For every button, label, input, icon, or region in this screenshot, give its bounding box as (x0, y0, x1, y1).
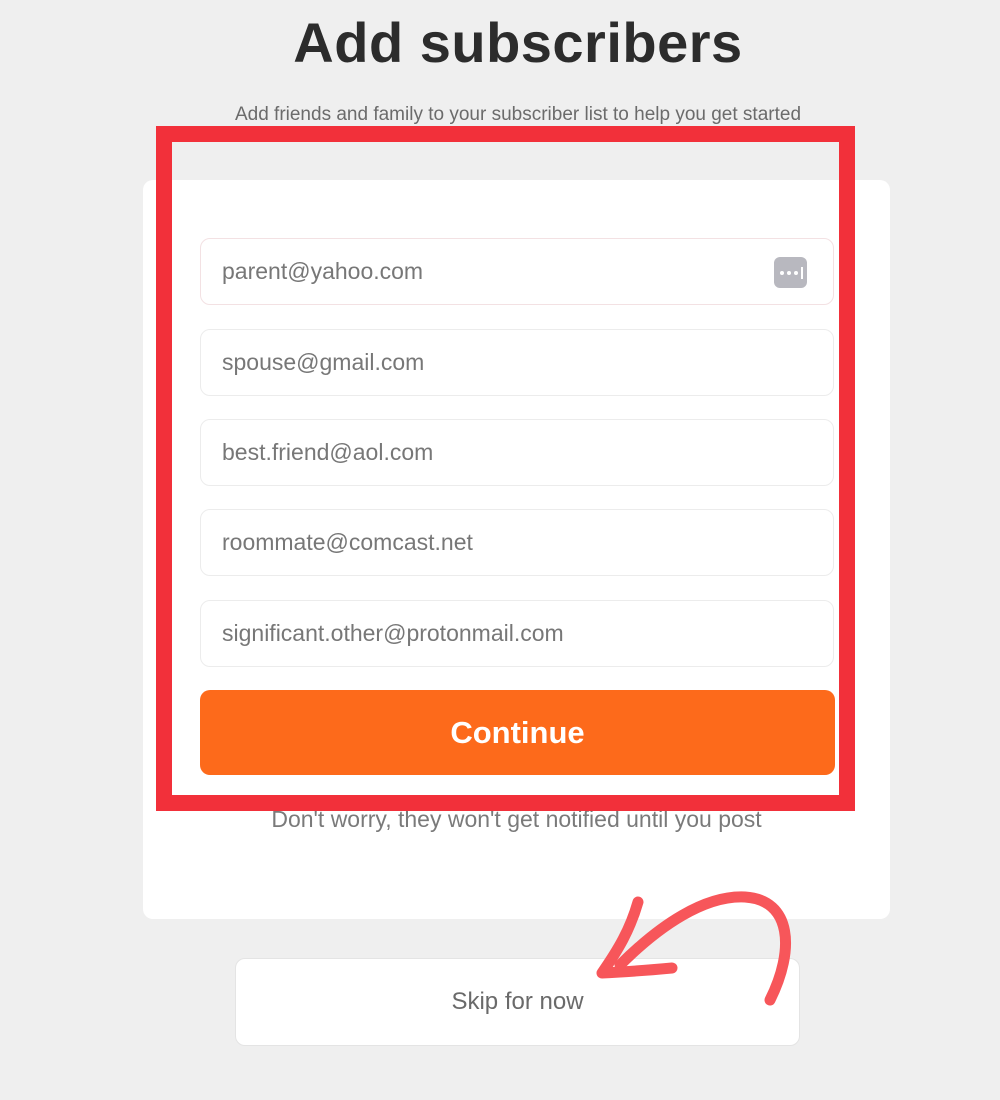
password-manager-icon[interactable] (774, 257, 807, 288)
continue-button[interactable]: Continue (200, 690, 835, 775)
page-title: Add subscribers (293, 11, 743, 74)
email-field-3[interactable]: best.friend@aol.com (200, 419, 834, 486)
email-field-3-placeholder: best.friend@aol.com (222, 439, 434, 465)
page-subtitle: Add friends and family to your subscribe… (234, 104, 802, 125)
email-field-4-placeholder: roommate@comcast.net (222, 529, 473, 555)
annotation-arrow-icon (596, 891, 792, 1006)
skip-label: Skip for now (451, 988, 584, 1015)
email-field-1[interactable]: parent@yahoo.com (200, 238, 834, 305)
email-field-5[interactable]: significant.other@protonmail.com (200, 600, 834, 667)
email-field-2-placeholder: spouse@gmail.com (222, 349, 425, 375)
notification-note: Don't worry, they won't get notified unt… (271, 806, 762, 832)
email-field-2[interactable]: spouse@gmail.com (200, 329, 834, 396)
add-subscribers-page: Add subscribers Add friends and family t… (0, 0, 1000, 1100)
email-field-4[interactable]: roommate@comcast.net (200, 509, 834, 576)
email-field-1-placeholder: parent@yahoo.com (222, 258, 424, 284)
email-field-5-placeholder: significant.other@protonmail.com (222, 620, 564, 646)
